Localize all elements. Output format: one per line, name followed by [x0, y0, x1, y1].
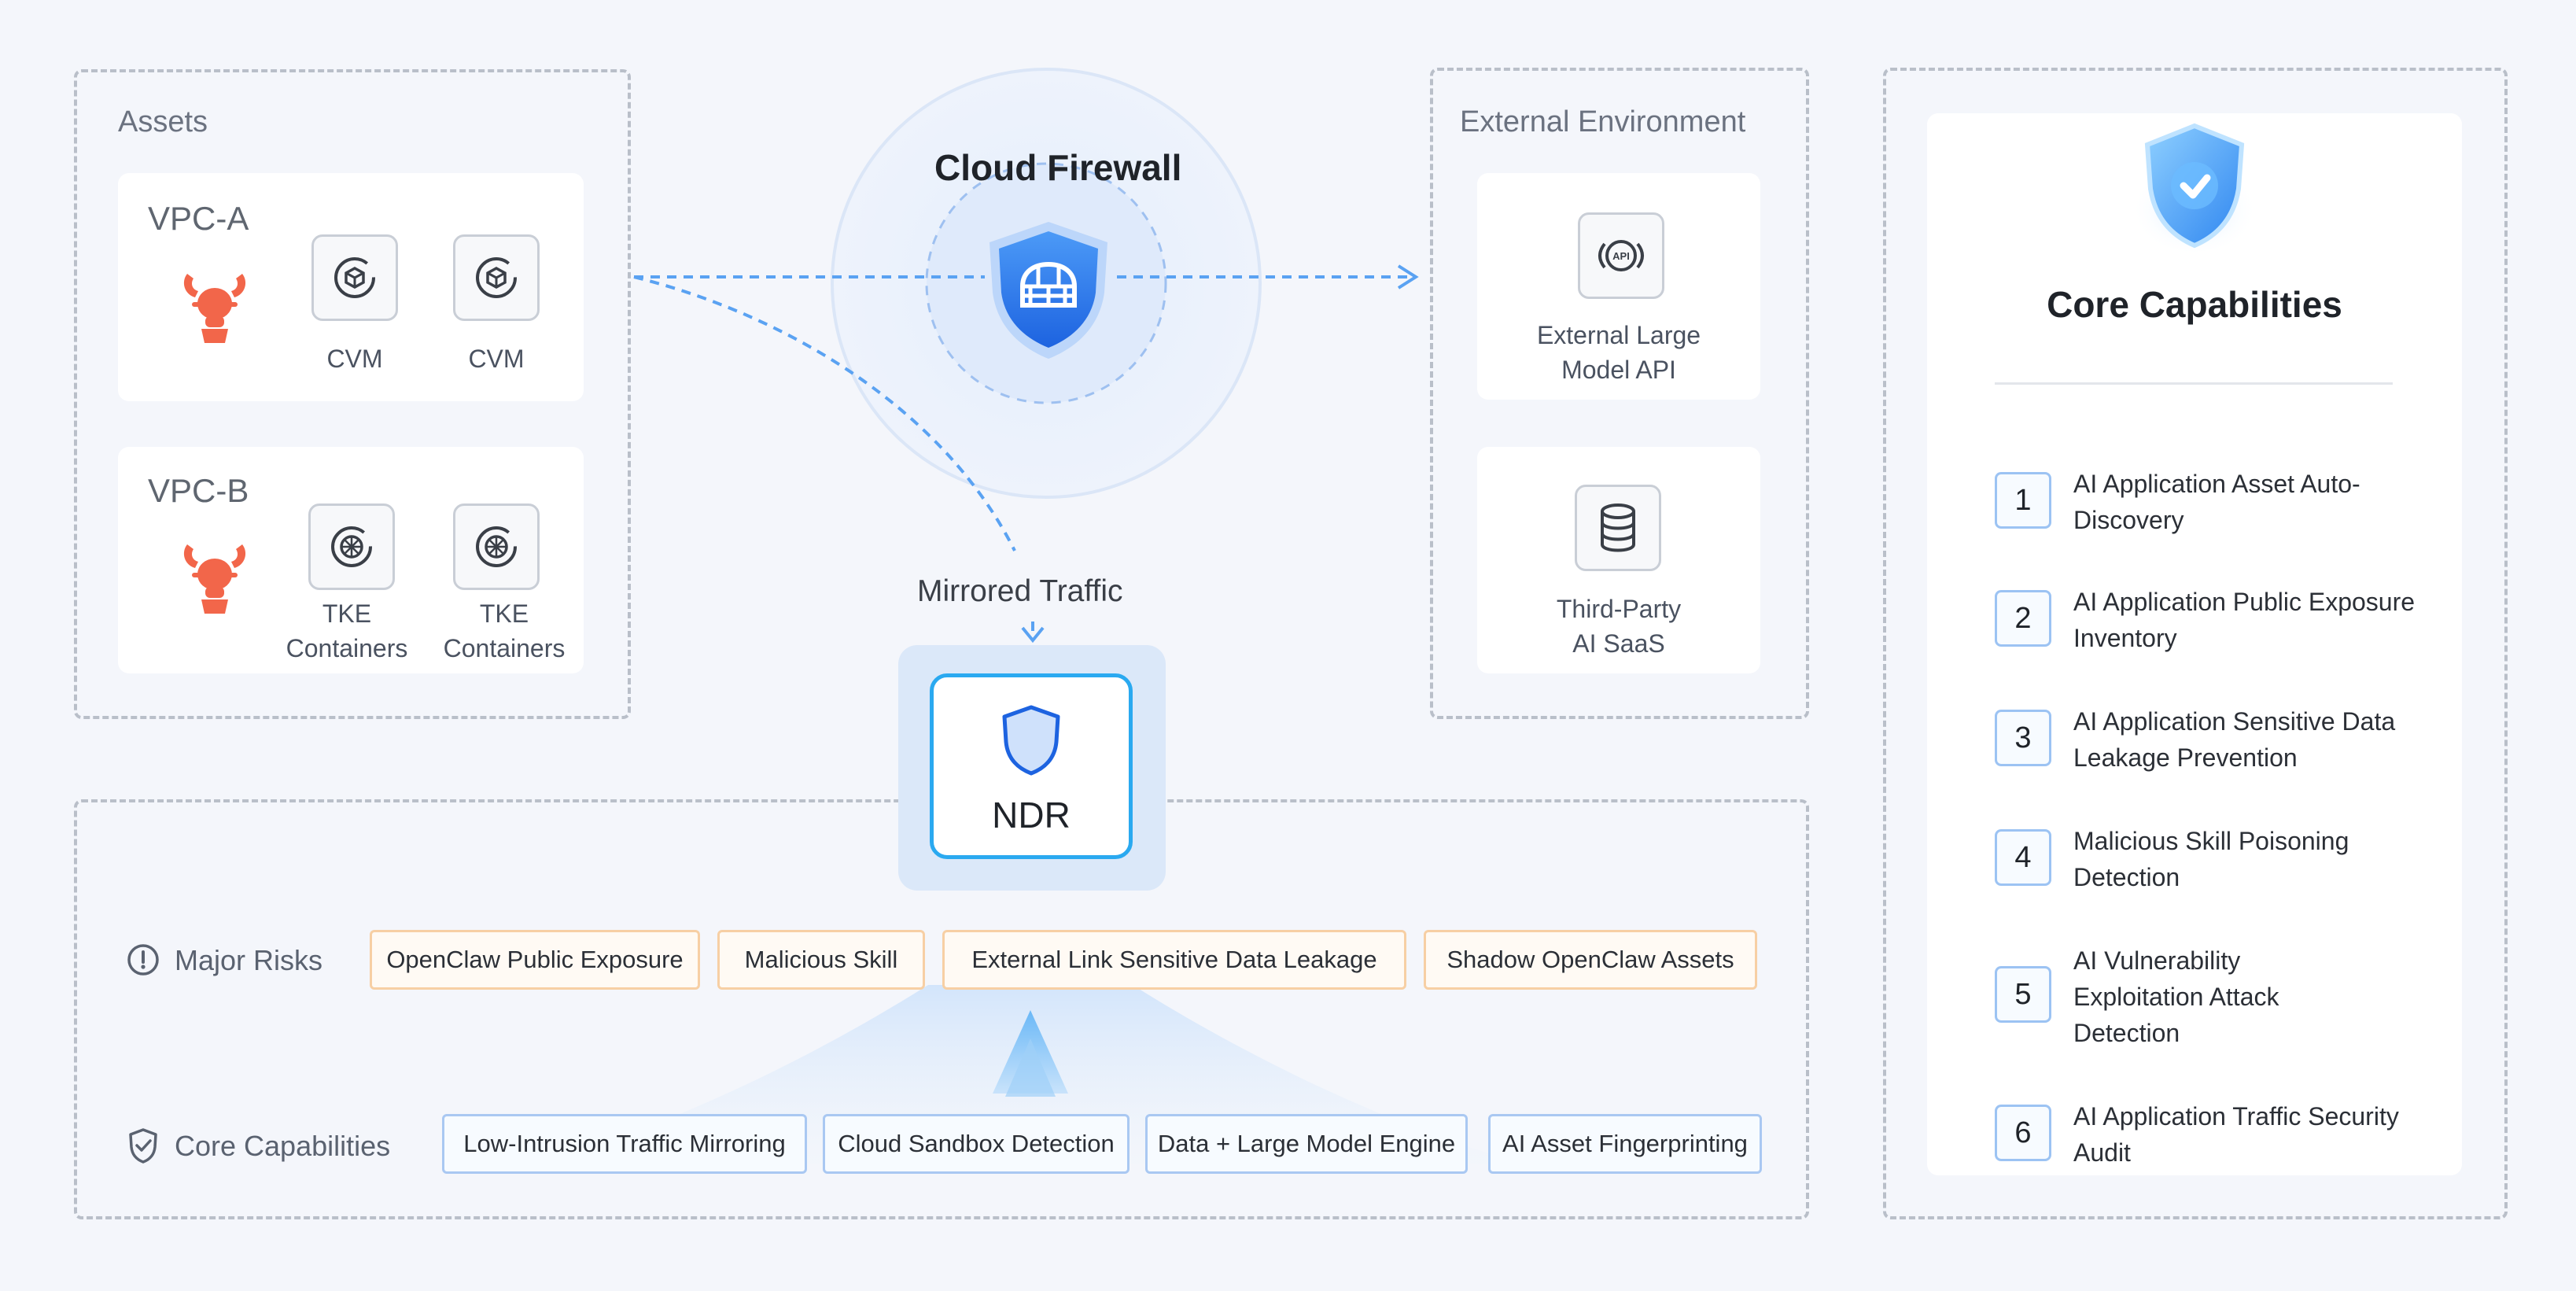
- shield-check-icon: [129, 1128, 157, 1164]
- core-shield-icon: [2132, 123, 2257, 252]
- core-item-number: 5: [1995, 966, 2051, 1023]
- external-api-node: API: [1578, 212, 1664, 299]
- warning-icon: [127, 944, 159, 976]
- core-item-number: 6: [1995, 1105, 2051, 1161]
- ndr-node[interactable]: NDR: [930, 673, 1133, 859]
- core-item-text: AI Application Public Exposure Inventory: [2073, 588, 2416, 652]
- core-panel-divider: [1995, 382, 2393, 385]
- core-item-number: 1: [1995, 472, 2051, 529]
- external-saas-node: [1575, 485, 1661, 571]
- database-icon: [1601, 503, 1635, 552]
- risk-tag-public-exposure: OpenClaw Public Exposure: [370, 930, 700, 990]
- api-icon: API: [1598, 240, 1644, 271]
- svg-text:API: API: [1612, 250, 1630, 262]
- external-api-label: External Large Model API: [1536, 321, 1701, 384]
- external-saas-label: Third-Party AI SaaS: [1556, 595, 1682, 658]
- cap-tag-model-engine: Data + Large Model Engine: [1145, 1114, 1468, 1174]
- mirrored-traffic-label: Mirrored Traffic: [917, 574, 1123, 608]
- core-item-text: AI Vulnerability Exploitation Attack Det…: [2073, 946, 2279, 1047]
- risk-tag-shadow-assets: Shadow OpenClaw Assets: [1424, 930, 1757, 990]
- risk-tag-malicious-skill: Malicious Skill: [717, 930, 925, 990]
- core-item-number: 2: [1995, 590, 2051, 647]
- cap-tag-traffic-mirroring: Low-Intrusion Traffic Mirroring: [442, 1114, 807, 1174]
- risk-tag-data-leakage: External Link Sensitive Data Leakage: [942, 930, 1406, 990]
- core-item-text: AI Application Sensitive Data Leakage Pr…: [2073, 707, 2396, 772]
- external-title: External Environment: [1460, 105, 1746, 138]
- core-panel-title: Core Capabilities: [2047, 284, 2342, 325]
- core-item-text: AI Application Asset Auto-Discovery: [2073, 470, 2360, 534]
- core-item-number: 3: [1995, 710, 2051, 766]
- core-item-number: 4: [1995, 829, 2051, 886]
- core-capabilities-row-label: Core Capabilities: [175, 1130, 391, 1162]
- core-item-text: AI Application Traffic Security Audit: [2073, 1102, 2399, 1167]
- core-item-text: Malicious Skill Poisoning Detection: [2073, 827, 2349, 891]
- ndr-shield-icon: [1002, 705, 1060, 776]
- cap-tag-asset-fingerprinting: AI Asset Fingerprinting: [1488, 1114, 1762, 1174]
- ndr-label: NDR: [992, 795, 1071, 835]
- major-risks-label: Major Risks: [175, 944, 323, 976]
- cap-tag-cloud-sandbox: Cloud Sandbox Detection: [823, 1114, 1130, 1174]
